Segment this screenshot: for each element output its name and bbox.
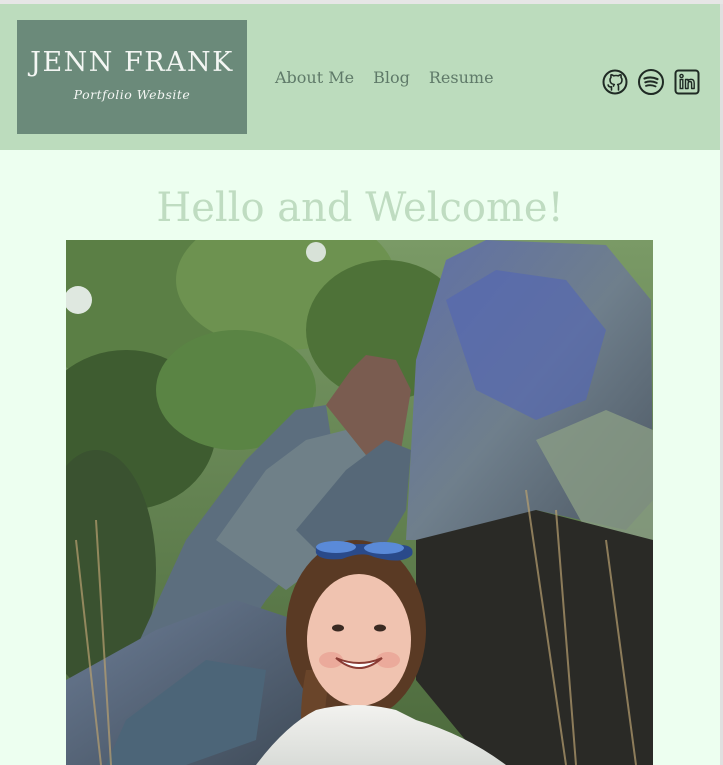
social-links [601, 68, 701, 96]
page-heading: Hello and Welcome! [156, 185, 564, 231]
profile-photo [66, 240, 653, 765]
github-icon[interactable] [601, 68, 629, 96]
nav-link-resume[interactable]: Resume [429, 68, 494, 87]
site-logo[interactable]: JENN FRANK Portfolio Website [17, 20, 247, 134]
logo-title: JENN FRANK [30, 47, 234, 78]
linkedin-icon[interactable] [673, 68, 701, 96]
nav-link-blog[interactable]: Blog [373, 68, 410, 87]
spotify-icon[interactable] [637, 68, 665, 96]
logo-subtitle: Portfolio Website [73, 87, 191, 102]
nav-link-about-me[interactable]: About Me [275, 68, 354, 87]
main-nav: About Me Blog Resume [275, 68, 494, 87]
site-header: JENN FRANK Portfolio Website About Me Bl… [0, 4, 720, 150]
